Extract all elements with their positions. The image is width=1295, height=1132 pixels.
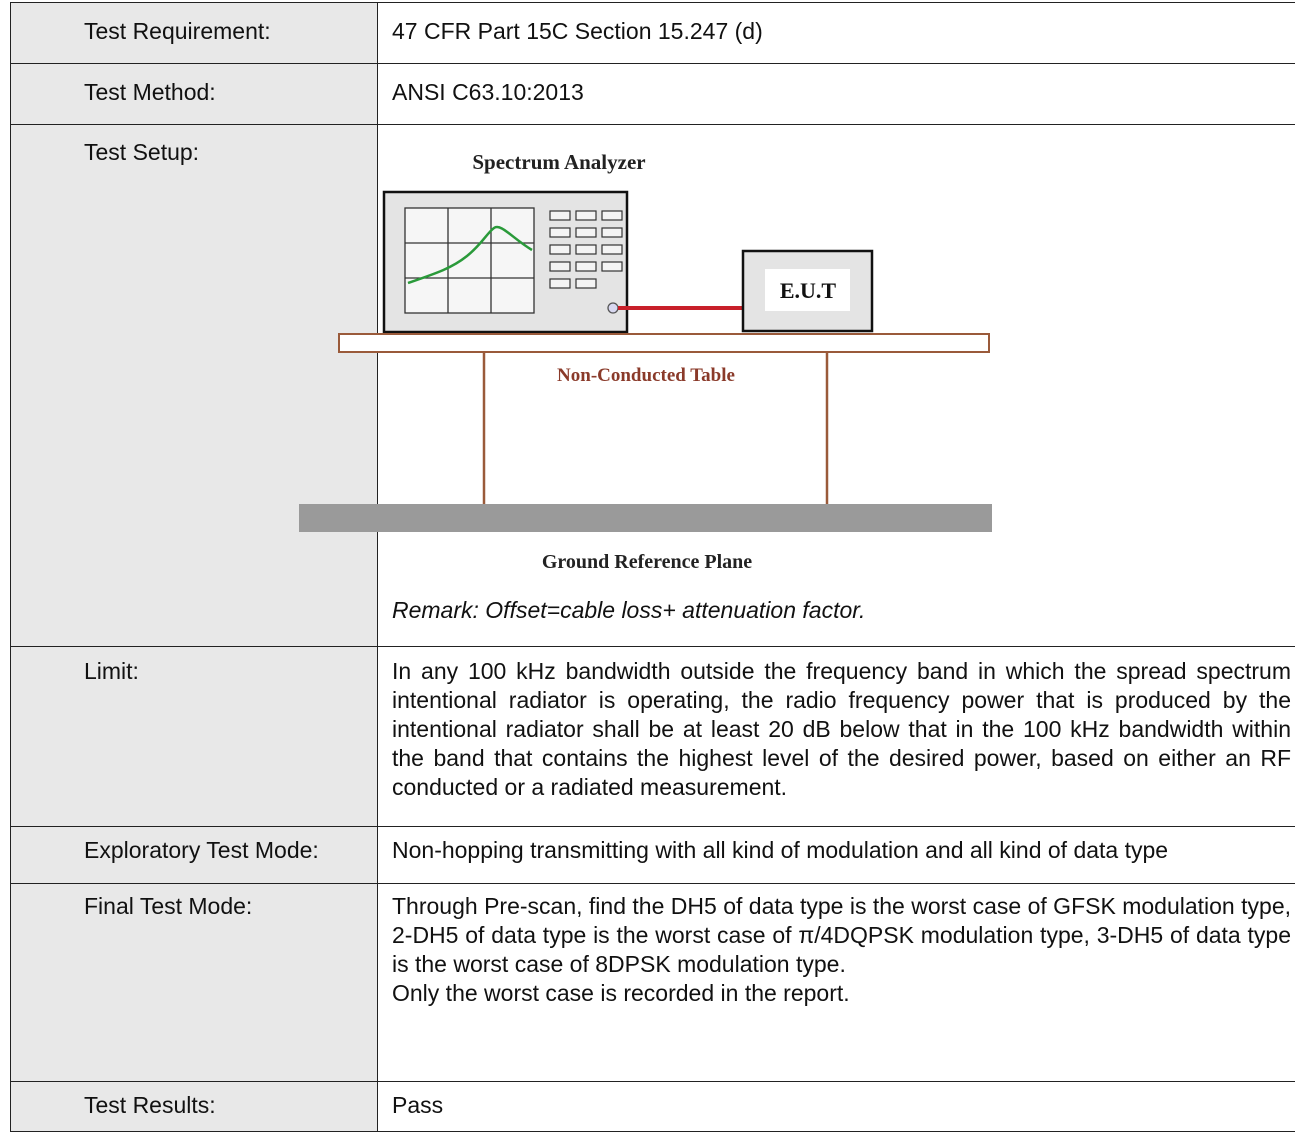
exploratory-test-mode-value: Non-hopping transmitting with all kind o… <box>378 827 1295 884</box>
table-label: Non-Conducted Table <box>557 365 735 386</box>
setup-remark: Remark: Offset=cable loss+ attenuation f… <box>392 596 865 625</box>
test-results-value: Pass <box>378 1082 1295 1132</box>
row-test-requirement: Test Requirement: 47 CFR Part 15C Sectio… <box>11 3 1295 64</box>
row-test-method: Test Method: ANSI C63.10:2013 <box>11 64 1295 125</box>
setup-diagram-svg: Spectrum Analyzer <box>92 138 992 588</box>
final-test-mode-value: Through Pre-scan, find the DH5 of data t… <box>392 892 1291 979</box>
test-results-label: Test Results: <box>11 1082 378 1132</box>
row-exploratory-test-mode: Exploratory Test Mode: Non-hopping trans… <box>11 827 1295 884</box>
spectrum-analyzer-label: Spectrum Analyzer <box>472 150 645 174</box>
spectrum-analyzer-icon <box>384 192 627 332</box>
test-requirement-label: Test Requirement: <box>11 3 378 64</box>
test-setup-cell: Spectrum Analyzer <box>378 125 1295 647</box>
exploratory-test-mode-label: Exploratory Test Mode: <box>11 827 378 884</box>
final-test-mode-note: Only the worst case is recorded in the r… <box>392 979 1291 1008</box>
limit-value: In any 100 kHz bandwidth outside the fre… <box>378 647 1295 827</box>
ground-plane-label: Ground Reference Plane <box>542 551 752 573</box>
row-final-test-mode: Final Test Mode: Through Pre-scan, find … <box>11 884 1295 1082</box>
test-requirement-value: 47 CFR Part 15C Section 15.247 (d) <box>378 3 1295 64</box>
ground-reference-plane <box>299 504 992 532</box>
test-method-label: Test Method: <box>11 64 378 125</box>
row-test-setup: Test Setup: Spectrum Analyzer <box>11 125 1295 647</box>
test-report-table: Test Requirement: 47 CFR Part 15C Sectio… <box>10 2 1295 1132</box>
row-test-results: Test Results: Pass <box>11 1082 1295 1132</box>
eut-label: E.U.T <box>780 278 837 303</box>
test-setup-diagram: Spectrum Analyzer <box>392 138 1291 632</box>
non-conducted-table <box>339 334 989 504</box>
final-test-mode-label: Final Test Mode: <box>11 884 378 1082</box>
limit-label: Limit: <box>11 647 378 827</box>
final-test-mode-cell: Through Pre-scan, find the DH5 of data t… <box>378 884 1295 1082</box>
row-limit: Limit: In any 100 kHz bandwidth outside … <box>11 647 1295 827</box>
test-method-value: ANSI C63.10:2013 <box>378 64 1295 125</box>
